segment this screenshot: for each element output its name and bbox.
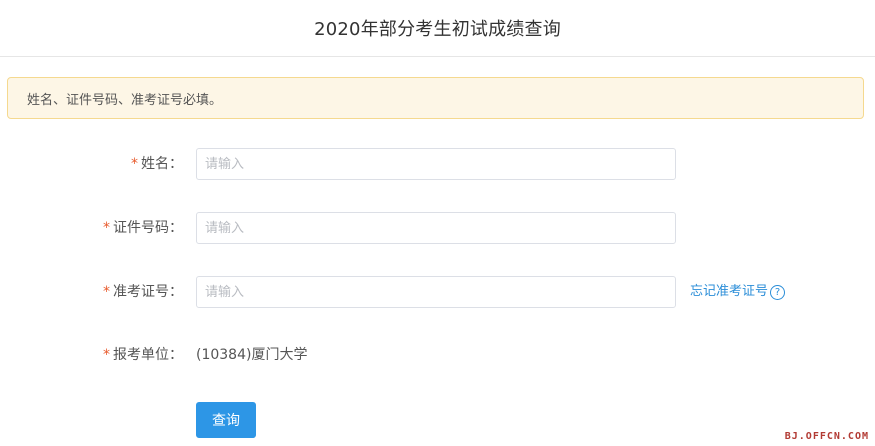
institution-value: (10384)厦门大学: [196, 347, 308, 363]
id-number-input[interactable]: [196, 212, 676, 244]
exam-number-input[interactable]: [196, 276, 676, 308]
institution-label-text: 报考单位：: [113, 347, 183, 363]
watermark-text: BJ.OFFCN.COM: [784, 431, 869, 442]
page-title: 2020年部分考生初试成绩查询: [314, 19, 561, 40]
name-input[interactable]: [196, 148, 676, 180]
form-row-institution: * 报考单位： (10384)厦门大学: [0, 339, 875, 371]
id-number-label-text: 证件号码：: [113, 220, 183, 236]
notice-text: 姓名、证件号码、准考证号必填。: [27, 92, 223, 108]
form-row-exam-number: *准考证号： 忘记准考证号?: [0, 276, 875, 308]
exam-number-label: * 准考证号：: [103, 276, 183, 308]
page-header: 2020年部分考生初试成绩查询: [0, 0, 875, 57]
name-label: * 姓名：: [131, 148, 183, 180]
required-mark: *: [103, 347, 110, 363]
required-mark: *: [103, 220, 110, 236]
form-row-name: * 姓名：: [0, 148, 875, 180]
exam-number-label-text: 准考证号：: [113, 284, 183, 300]
id-number-label: * 证件号码：: [103, 212, 183, 244]
forgot-exam-number-link[interactable]: 忘记准考证号?: [690, 276, 786, 308]
question-circle-icon: ?: [770, 284, 786, 300]
form-row-id-number: * 证件号码：: [0, 212, 875, 244]
forgot-exam-number-text: 忘记准考证号: [690, 284, 769, 299]
name-label-text: 姓名：: [141, 156, 183, 172]
required-mark: *: [131, 156, 138, 172]
required-mark: *: [103, 284, 110, 300]
institution-label: * 报考单位：: [103, 339, 183, 371]
required-fields-notice: 姓名、证件号码、准考证号必填。: [7, 77, 864, 119]
query-button[interactable]: 查询: [196, 402, 256, 438]
